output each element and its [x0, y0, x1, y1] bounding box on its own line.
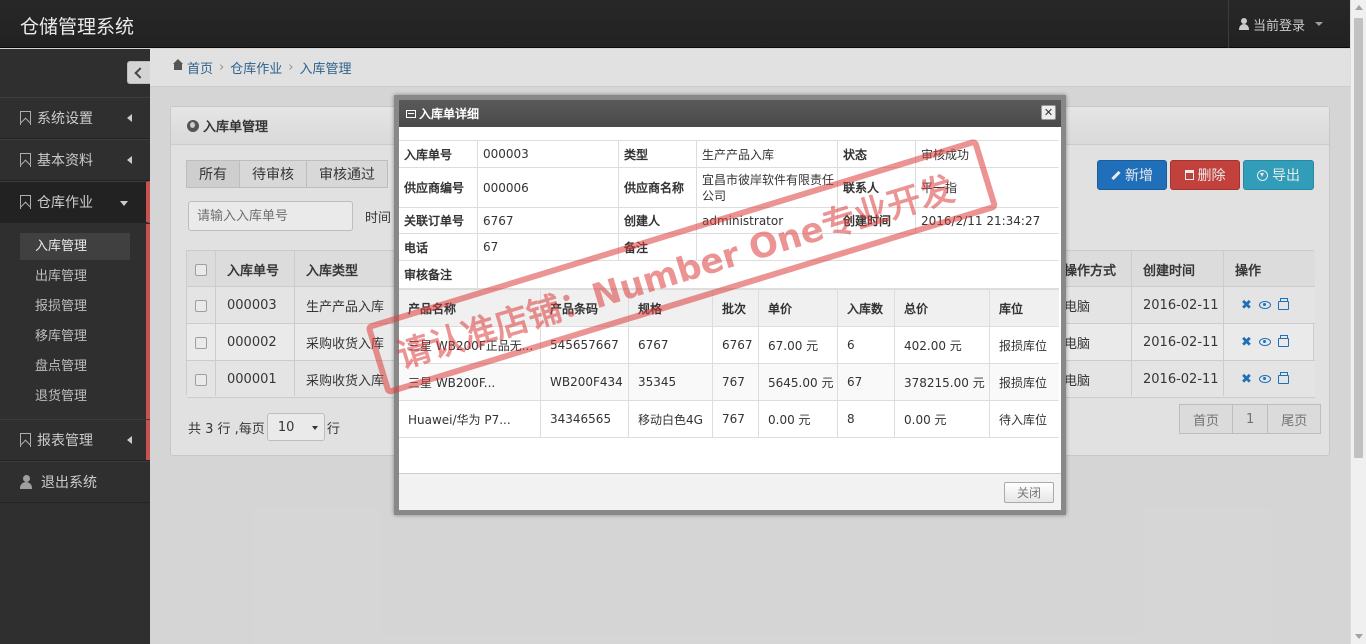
cell-barcode: WB200F434 — [540, 364, 628, 400]
label-audit-remark: 审核备注 — [404, 268, 453, 282]
label-created-time: 创建时间 — [837, 208, 915, 233]
value-status: 审核成功 — [915, 141, 1059, 167]
inbound-detail-dialog: 入库单详细 ✕ 入库单号 000003 类型 生产产品入库 状态 审核成功 供应… — [394, 95, 1066, 515]
info-row: 入库单号 000003 类型 生产产品入库 状态 审核成功 — [399, 140, 1059, 168]
cell-quantity: 6 — [837, 327, 894, 363]
value-creator: administrator — [696, 208, 837, 233]
detail-header: 产品名称 产品条码 规格 批次 单价 入库数 总价 库位 — [399, 289, 1059, 327]
value-order-no: 6767 — [477, 208, 618, 233]
cell-total: 0.00 元 — [894, 401, 989, 437]
cell-barcode: 34346565 — [540, 401, 628, 437]
card-icon — [406, 109, 416, 118]
cell-quantity: 67 — [837, 364, 894, 400]
cell-batch: 767 — [712, 401, 758, 437]
dialog-footer: 关闭 — [399, 473, 1061, 510]
dialog-title: 入库单详细 — [419, 107, 480, 121]
dialog-close-button[interactable]: 关闭 — [1004, 482, 1054, 503]
label-phone: 电话 — [404, 240, 429, 255]
scroll-down-icon[interactable] — [1355, 634, 1363, 639]
cell-unit-price: 0.00 元 — [758, 401, 837, 437]
info-row: 电话 67 备注 — [399, 234, 1059, 261]
cell-spec: 移动白色4G — [628, 401, 712, 437]
label-inbound-no: 入库单号 — [404, 147, 453, 162]
cell-location: 待入库位 — [989, 401, 1059, 437]
label-supplier-name: 供应商名称 — [618, 168, 696, 207]
col-product-name: 产品名称 — [408, 301, 457, 316]
label-creator: 创建人 — [618, 208, 696, 233]
label-supplier-no: 供应商编号 — [404, 181, 465, 195]
info-row: 关联订单号 6767 创建人 administrator 创建时间 2016/2… — [399, 208, 1059, 234]
dialog-titlebar: 入库单详细 — [399, 100, 1061, 127]
cell-unit-price: 67.00 元 — [758, 327, 837, 363]
detail-row: 三星 WB200F... WB200F434 35345 767 5645.00… — [399, 364, 1059, 401]
col-location: 库位 — [989, 290, 1059, 326]
cell-unit-price: 5645.00 元 — [758, 364, 837, 400]
col-barcode: 产品条码 — [540, 290, 628, 326]
cell-quantity: 8 — [837, 401, 894, 437]
value-contact: 平一指 — [915, 168, 1059, 207]
label-order-no: 关联订单号 — [404, 214, 465, 228]
value-supplier-name: 宜昌市彼岸软件有限责任公司 — [696, 168, 837, 207]
value-remark — [696, 234, 1059, 260]
dialog-close-icon[interactable]: ✕ — [1041, 105, 1056, 120]
col-total: 总价 — [894, 290, 989, 326]
cell-barcode: 545657667 — [540, 327, 628, 363]
col-spec: 规格 — [628, 290, 712, 326]
value-inbound-no: 000003 — [477, 141, 618, 167]
label-remark: 备注 — [618, 234, 696, 260]
scroll-up-icon[interactable] — [1355, 5, 1363, 10]
cell-location: 报损库位 — [989, 327, 1059, 363]
cell-total: 402.00 元 — [894, 327, 989, 363]
col-quantity: 入库数 — [837, 290, 894, 326]
detail-row: 三星 WB200F正品无... 545657667 6767 6767 67.0… — [399, 327, 1059, 364]
value-created-time: 2016/2/11 21:34:27 — [915, 208, 1059, 233]
cell-product-name: Huawei/华为 P7... — [408, 412, 511, 427]
cell-spec: 35345 — [628, 364, 712, 400]
value-supplier-no: 000006 — [477, 168, 618, 207]
scrollbar-thumb[interactable] — [1354, 18, 1363, 458]
cell-batch: 767 — [712, 364, 758, 400]
cell-spec: 6767 — [628, 327, 712, 363]
info-row: 审核备注 — [399, 261, 1059, 289]
detail-row: Huawei/华为 P7... 34346565 移动白色4G 767 0.00… — [399, 401, 1059, 438]
cell-location: 报损库位 — [989, 364, 1059, 400]
cell-product-name: 三星 WB200F... — [408, 375, 496, 390]
col-unit-price: 单价 — [758, 290, 837, 326]
col-batch: 批次 — [712, 290, 758, 326]
cell-product-name: 三星 WB200F正品无... — [408, 338, 534, 353]
label-status: 状态 — [837, 141, 915, 167]
label-contact: 联系人 — [837, 168, 915, 207]
info-row: 供应商编号 000006 供应商名称 宜昌市彼岸软件有限责任公司 联系人 平一指 — [399, 168, 1059, 208]
label-type: 类型 — [618, 141, 696, 167]
value-audit-remark — [477, 261, 1059, 288]
page-scrollbar[interactable] — [1350, 0, 1366, 644]
value-phone: 67 — [477, 234, 618, 260]
value-type: 生产产品入库 — [696, 141, 837, 167]
cell-batch: 6767 — [712, 327, 758, 363]
cell-total: 378215.00 元 — [894, 364, 989, 400]
